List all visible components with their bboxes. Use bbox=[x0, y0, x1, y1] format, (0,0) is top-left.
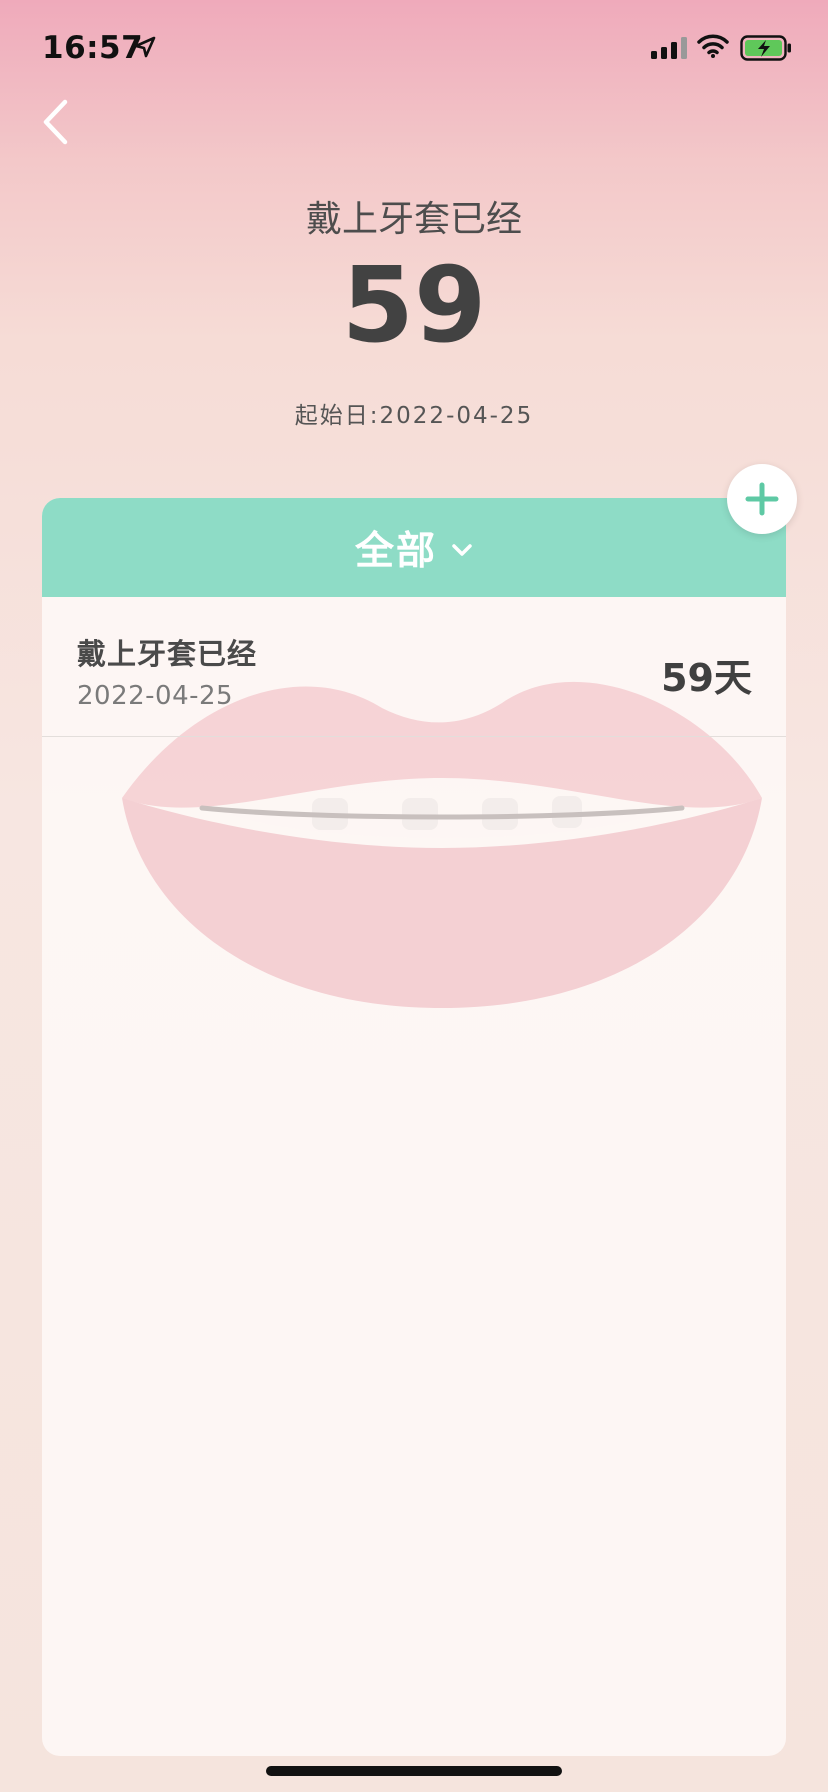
back-button[interactable] bbox=[38, 96, 78, 148]
record-days: 59天 bbox=[661, 656, 752, 700]
wifi-icon bbox=[697, 34, 729, 58]
battery-charging-icon bbox=[740, 35, 791, 61]
records-card: 全部 戴上牙套已经 2022-04-25 59天 bbox=[42, 498, 786, 1756]
status-bar: 16:57 bbox=[0, 0, 828, 100]
filter-dropdown[interactable]: 全部 bbox=[42, 498, 786, 597]
cellular-signal-icon bbox=[651, 37, 687, 59]
start-date-value: 2022-04-25 bbox=[379, 403, 534, 429]
start-date-row: 起始日:2022-04-25 bbox=[0, 396, 828, 430]
chevron-down-icon bbox=[452, 543, 472, 556]
start-date-label: 起始日: bbox=[294, 403, 380, 429]
page-title: 戴上牙套已经 bbox=[305, 199, 522, 240]
location-arrow-icon bbox=[134, 36, 156, 58]
home-indicator bbox=[266, 1766, 562, 1776]
chevron-left-icon bbox=[43, 99, 68, 145]
add-button[interactable] bbox=[727, 464, 797, 534]
record-date: 2022-04-25 bbox=[77, 681, 234, 711]
status-time: 16:57 bbox=[42, 30, 144, 66]
list-item[interactable]: 戴上牙套已经 2022-04-25 59天 bbox=[42, 597, 786, 737]
day-count: 59 bbox=[341, 244, 487, 366]
filter-label: 全部 bbox=[354, 528, 437, 574]
record-title: 戴上牙套已经 bbox=[77, 637, 258, 671]
plus-icon bbox=[745, 482, 779, 516]
